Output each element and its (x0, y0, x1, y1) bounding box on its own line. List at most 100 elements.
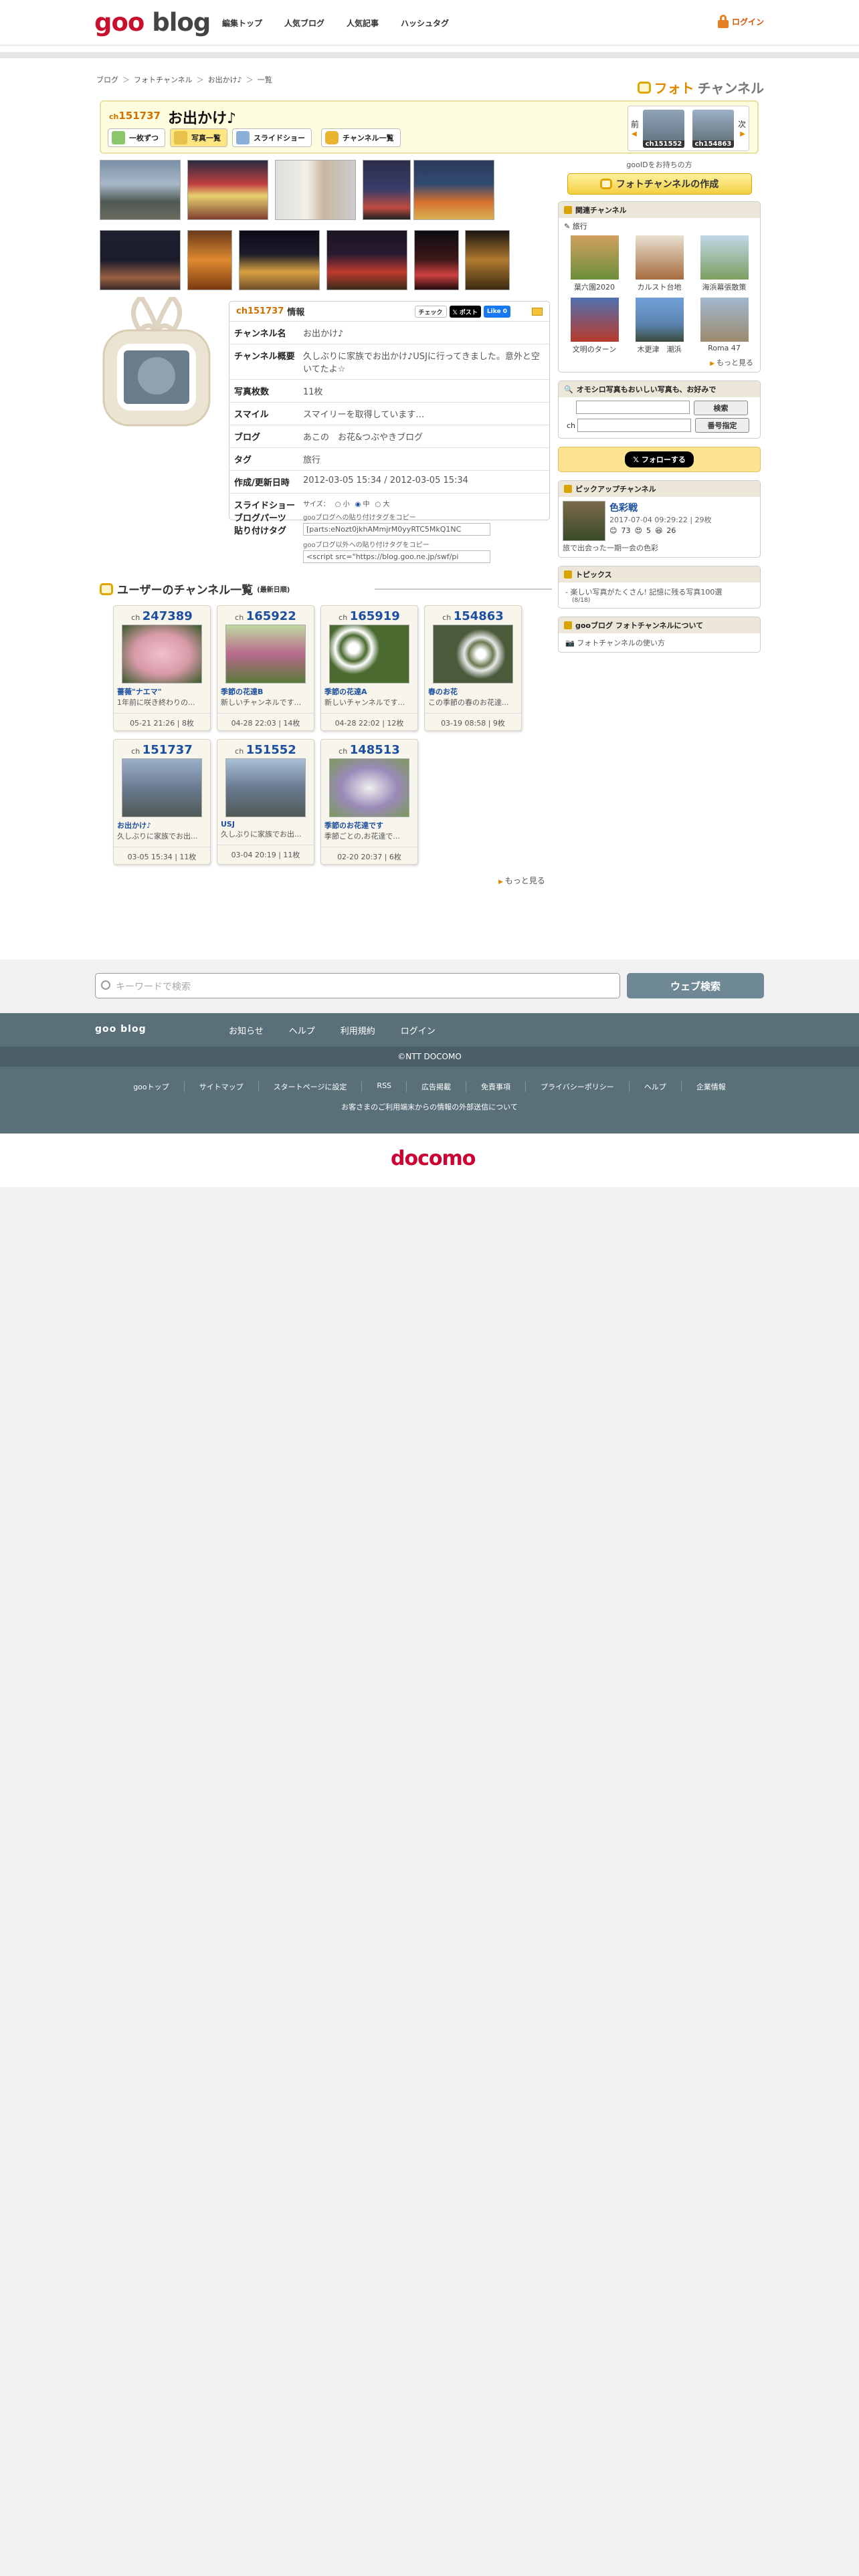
channel-card[interactable]: ch 247389 薔薇"ナエマ" 1年前に咲き終わりの... 05-21 21:2… (113, 605, 211, 731)
docomo-logo[interactable]: docomo (391, 1147, 476, 1170)
related-item[interactable]: 海浜幕張散策 (694, 235, 755, 292)
channel-card-thumb[interactable] (329, 625, 409, 683)
other-embed-tag-field[interactable]: <script src="https://blog.goo.ne.jp/swf/… (303, 550, 490, 563)
user-channels-more-link[interactable]: もっと見る (498, 875, 545, 886)
photo-thumb[interactable] (100, 230, 181, 290)
photo-thumb[interactable] (100, 160, 181, 220)
related-more-link[interactable]: もっと見る (559, 357, 760, 372)
web-search-input[interactable]: キーワードで検索 (95, 973, 620, 998)
prev-label: 前 (631, 120, 640, 129)
tab-channel-list[interactable]: チャンネル一覧 (321, 128, 401, 147)
tag-link[interactable]: 旅行 (300, 448, 549, 470)
footer-login[interactable]: ログイン (401, 1024, 436, 1037)
channel-card[interactable]: ch 148513 季節のお花達です 季節ごとの,お花達で... 02-20 20:… (320, 739, 418, 865)
channel-card[interactable]: ch 151552 USJ 久しぶりに家族でお出... 03-04 20:19 | … (217, 739, 314, 865)
nav-edit-top[interactable]: 編集トップ (222, 17, 262, 29)
goo-id-label: gooIDをお持ちの方 (626, 160, 692, 169)
channel-card-thumb[interactable] (122, 758, 202, 817)
footer-link[interactable]: RSS (361, 1081, 406, 1092)
related-item[interactable]: 文明のターン (564, 298, 625, 354)
nav-popular-articles[interactable]: 人気記事 (347, 17, 379, 29)
copy-goo-tag-link[interactable]: gooブログへの貼り付けタグをコピー (303, 512, 547, 522)
topics-item[interactable]: - 楽しい写真がたくさん! 記憶に残る写真100選 (8/18) (559, 582, 760, 608)
photo-thumb[interactable] (187, 230, 232, 290)
external-transmission-link[interactable]: お客さまのご利用端末からの情報の外部送信について (0, 1101, 859, 1112)
related-tag[interactable]: ✎ 旅行 (559, 218, 760, 234)
goo-blog-logo[interactable]: goo blog (94, 8, 211, 37)
web-search-bar: キーワードで検索 ウェブ検索 (0, 960, 859, 1013)
check-button[interactable]: チェック (414, 306, 447, 318)
related-channels: 関連チャンネル ✎ 旅行 葉六園2020 カルスト台地 海浜幕張散策 文明のター… (558, 201, 761, 372)
breadcrumb-channel[interactable]: お出かけ♪ (208, 74, 242, 85)
how-to-use-link[interactable]: 📷 フォトチャンネルの使い方 (559, 633, 760, 652)
next-channel-thumb[interactable]: ch154863 (692, 110, 734, 148)
x-follow-button[interactable]: 𝕏 フォローする (625, 451, 694, 467)
photo-channel-brand[interactable]: フォト チャンネル (637, 78, 764, 97)
size-large-radio[interactable]: ○ 大 (375, 498, 390, 508)
channel-card-thumb[interactable] (122, 625, 202, 683)
pickup-name[interactable]: 色彩戦 (609, 501, 712, 514)
tab-slideshow[interactable]: スライドショー (232, 128, 312, 147)
photo-thumb[interactable] (465, 230, 510, 290)
footer-terms[interactable]: 利用規約 (341, 1024, 375, 1037)
footer-link[interactable]: スタートページに設定 (258, 1081, 362, 1092)
photo-thumb[interactable] (363, 160, 411, 220)
keyword-search-input[interactable] (576, 401, 690, 414)
footer-links: gooトップ サイトマップ スタートページに設定 RSS 広告掲載 免責事項 プ… (0, 1067, 859, 1134)
footer-link[interactable]: 広告掲載 (406, 1081, 466, 1092)
photo-thumb[interactable] (413, 160, 494, 220)
footer-link[interactable]: プライバシーポリシー (525, 1081, 629, 1092)
mail-icon[interactable] (532, 308, 543, 316)
footer-link[interactable]: ヘルプ (628, 1081, 681, 1092)
photo-thumb[interactable] (187, 160, 268, 220)
related-item[interactable]: Roma 47 (694, 298, 755, 354)
search-button[interactable]: 検索 (694, 401, 748, 415)
channel-card-thumb[interactable] (225, 625, 306, 683)
channel-number-input[interactable] (577, 419, 691, 432)
goo-embed-tag-field[interactable]: [parts:eNozt0jkhAMmjrM0yyRTC5MkQ1NC (303, 523, 490, 536)
nav-hashtags[interactable]: ハッシュタグ (401, 17, 449, 29)
channel-card[interactable]: ch 154863 春のお花 この季節の春のお花達... 03-19 08:58 |… (424, 605, 522, 731)
channel-card-thumb[interactable] (329, 758, 409, 817)
create-channel-button[interactable]: フォトチャンネルの作成 (567, 173, 752, 195)
breadcrumb: ブログ＞ フォトチャンネル＞ お出かけ♪ ＞ 一覧 (96, 74, 272, 85)
footer-news[interactable]: お知らせ (229, 1024, 264, 1037)
channel-card-thumb[interactable] (433, 625, 513, 683)
pickup-thumb[interactable] (563, 501, 605, 541)
blog-link[interactable]: あこの お花&つぶやきブログ (300, 425, 549, 447)
related-item[interactable]: 木更津 潮浜 (629, 298, 690, 354)
size-medium-radio[interactable]: ◉ 中 (355, 498, 370, 508)
pickup-desc: 旅で出会った一期一会の色彩 (563, 544, 658, 552)
login-link[interactable]: ログイン (717, 15, 764, 28)
breadcrumb-blog[interactable]: ブログ (96, 74, 118, 85)
channel-card[interactable]: ch 165919 季節の花達A 新しいチャンネルです... 04-28 22:02… (320, 605, 418, 731)
photo-thumb[interactable] (275, 160, 356, 220)
footer-help[interactable]: ヘルプ (289, 1024, 315, 1037)
number-lookup-button[interactable]: 番号指定 (695, 418, 749, 433)
size-small-radio[interactable]: ○ 小 (335, 498, 350, 508)
copy-other-tag-link[interactable]: gooブログ以外への貼り付けタグをコピー (303, 539, 547, 549)
footer-link[interactable]: サイトマップ (183, 1081, 258, 1092)
channel-card[interactable]: ch 165922 季節の花達B 新しいチャンネルです... 04-28 22:03… (217, 605, 314, 731)
breadcrumb-current: 一覧 (257, 76, 272, 84)
web-search-button[interactable]: ウェブ検索 (627, 973, 764, 998)
footer-link[interactable]: 免責事項 (466, 1081, 525, 1092)
x-post-button[interactable]: 𝕏 ポスト (449, 306, 481, 318)
prev-channel-thumb[interactable]: ch151552 (643, 110, 684, 148)
photo-thumb[interactable] (239, 230, 320, 290)
nav-popular-blogs[interactable]: 人気ブログ (284, 17, 324, 29)
photo-thumb[interactable] (326, 230, 407, 290)
footer-logo[interactable]: goo blog (95, 1024, 147, 1035)
facebook-like-button[interactable]: Like 0 (483, 306, 510, 318)
footer-link[interactable]: gooトップ (118, 1081, 183, 1092)
related-item[interactable]: カルスト台地 (629, 235, 690, 292)
footer-link[interactable]: 企業情報 (680, 1081, 741, 1092)
related-item[interactable]: 葉六園2020 (564, 235, 625, 292)
photo-thumb[interactable] (414, 230, 459, 290)
channel-card-thumb[interactable] (225, 758, 306, 817)
pickup-channel: ピックアップチャンネル 色彩戦 2017-07-04 09:29:22 | 29… (558, 480, 761, 558)
channel-card[interactable]: ch 151737 お出かけ♪ 久しぶりに家族でお出... 03-05 15:34 … (113, 739, 211, 865)
tab-single[interactable]: 一枚ずつ (108, 128, 165, 147)
tab-photo-list[interactable]: 写真一覧 (170, 128, 227, 147)
breadcrumb-photo-channel[interactable]: フォトチャンネル (134, 74, 193, 85)
